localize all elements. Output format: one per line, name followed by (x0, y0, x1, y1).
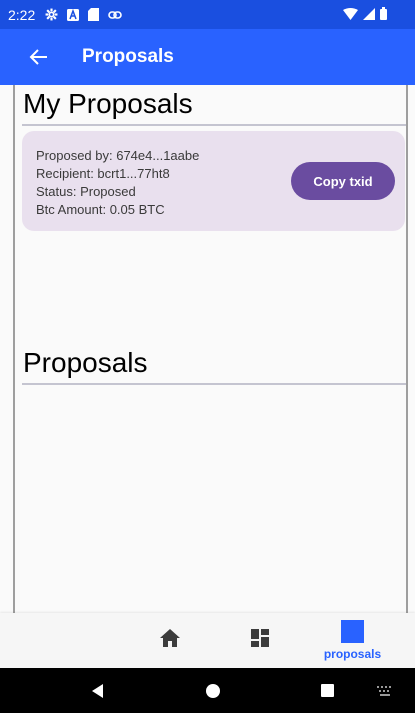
nav-dashboard[interactable] (235, 613, 285, 668)
app-bar: Proposals (0, 29, 415, 85)
square-icon (341, 620, 364, 643)
home-icon (160, 629, 180, 652)
proposal-card: Proposed by: 674e4...1aabe Recipient: bc… (22, 131, 405, 231)
link-icon (108, 10, 123, 20)
proposals-heading: Proposals (23, 347, 148, 378)
home-circle-icon[interactable] (203, 668, 223, 713)
dashboard-icon (251, 629, 269, 652)
wifi-icon (343, 7, 358, 23)
main-content: My Proposals Proposed by: 674e4...1aabe … (13, 85, 408, 613)
arrow-back-icon[interactable] (29, 46, 51, 68)
keyboard-icon[interactable] (375, 668, 395, 713)
bottom-nav: proposals (0, 613, 415, 668)
signal-icon (363, 7, 375, 23)
page-title: Proposals (82, 46, 174, 67)
gear-icon (45, 8, 58, 21)
system-nav-bar (0, 668, 415, 713)
status-time: 2:22 (8, 6, 36, 23)
btc-amount-text: Btc Amount: 0.05 BTC (36, 202, 165, 217)
nav-proposals-label: proposals (323, 647, 382, 661)
sd-card-icon (88, 8, 100, 21)
copy-txid-button[interactable]: Copy txid (291, 162, 395, 200)
divider (22, 383, 406, 385)
status-bar: 2:22 (0, 0, 415, 29)
divider (22, 124, 406, 126)
nav-proposals[interactable]: proposals (315, 613, 390, 668)
nav-home[interactable] (145, 613, 195, 668)
my-proposals-heading: My Proposals (23, 88, 193, 119)
back-triangle-icon[interactable] (88, 668, 108, 713)
a-badge-icon (67, 8, 80, 21)
battery-icon (380, 6, 387, 23)
recents-square-icon[interactable] (317, 668, 337, 713)
